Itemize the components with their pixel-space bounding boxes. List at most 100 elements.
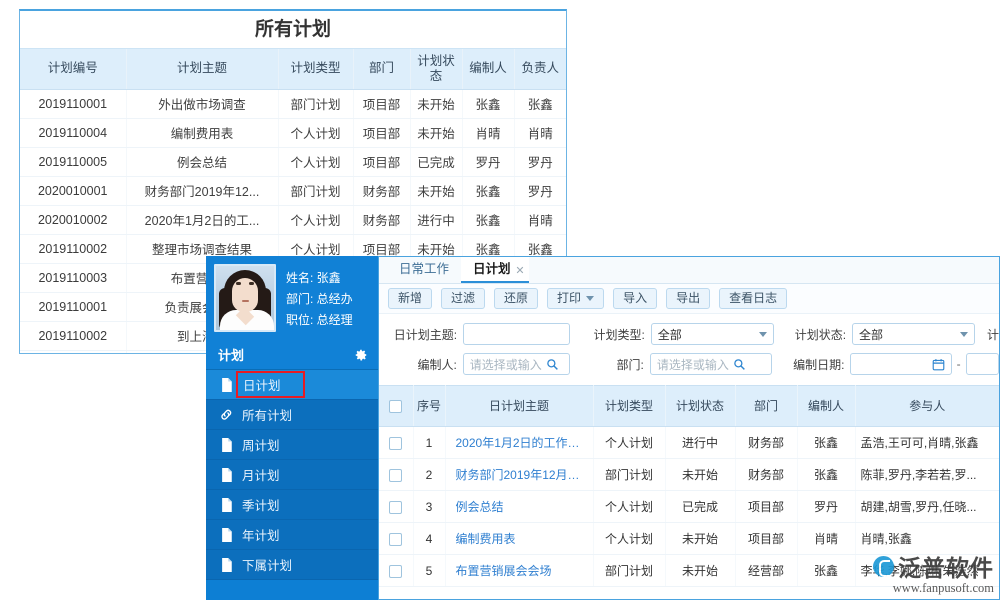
filter-date-to-input[interactable]: [966, 353, 999, 375]
all-plan-col-owner[interactable]: 负责人: [514, 49, 566, 89]
sidebar-item-1[interactable]: 日计划: [206, 370, 378, 400]
sidebar-item-4[interactable]: 月计划: [206, 460, 378, 490]
document-icon: [220, 528, 233, 542]
all-plan-cell: 张鑫: [514, 89, 566, 118]
calendar-icon[interactable]: [932, 358, 945, 371]
select-all-header[interactable]: [379, 386, 413, 427]
row-checkbox-cell[interactable]: [379, 427, 413, 459]
sidebar-item-label: 下属计划: [242, 555, 292, 574]
filter-status-value: 全部: [859, 326, 883, 343]
grid-col-members[interactable]: 参与人: [855, 386, 999, 427]
all-plan-cell: 2019110002: [20, 234, 126, 263]
filter-subject-input[interactable]: [463, 323, 570, 345]
restore-button-label: 还原: [504, 289, 528, 308]
all-plan-cell: 个人计划: [278, 147, 353, 176]
table-row[interactable]: 2财务部门2019年12月的...部门计划未开始财务部张鑫陈菲,罗丹,李若若,罗…: [379, 459, 999, 491]
table-row[interactable]: 2019110005例会总结个人计划项目部已完成罗丹罗丹: [20, 147, 566, 176]
grid-cell-author: 张鑫: [797, 555, 855, 587]
grid-col-author[interactable]: 编制人: [797, 386, 855, 427]
filter-dept-input[interactable]: 请选择或输入: [650, 353, 772, 375]
restore-button[interactable]: 还原: [494, 288, 538, 309]
grid-cell-author: 肖晴: [797, 523, 855, 555]
table-row[interactable]: 5布置营销展会会场部门计划未开始经营部张鑫李华,李娜,陈琳,朱浩然: [379, 555, 999, 587]
filter-dept-placeholder: 请选择或输入: [657, 356, 729, 373]
row-checkbox-cell[interactable]: [379, 523, 413, 555]
sidebar-item-label: 月计划: [242, 465, 280, 484]
grid-col-dept[interactable]: 部门: [735, 386, 797, 427]
grid-cell-status: 未开始: [665, 459, 735, 491]
table-row[interactable]: 3例会总结个人计划已完成项目部罗丹胡建,胡雪,罗丹,任晓...: [379, 491, 999, 523]
all-plan-col-type[interactable]: 计划类型: [278, 49, 353, 89]
sidebar-item-5[interactable]: 季计划: [206, 490, 378, 520]
close-icon[interactable]: ✕: [515, 259, 524, 284]
all-plan-cell: 罗丹: [514, 176, 566, 205]
row-checkbox-cell[interactable]: [379, 555, 413, 587]
search-icon[interactable]: [733, 358, 746, 371]
table-row[interactable]: 20200100022020年1月2日的工...个人计划财务部进行中张鑫肖晴: [20, 205, 566, 234]
checkbox-icon[interactable]: [389, 501, 402, 514]
table-row[interactable]: 12020年1月2日的工作日...个人计划进行中财务部张鑫孟浩,王可可,肖晴,张…: [379, 427, 999, 459]
all-plan-col-subject[interactable]: 计划主题: [126, 49, 278, 89]
grid-cell-subject[interactable]: 布置营销展会会场: [445, 555, 593, 587]
all-plan-col-status[interactable]: 计划状态: [410, 49, 462, 89]
checkbox-icon[interactable]: [389, 533, 402, 546]
row-checkbox-cell[interactable]: [379, 491, 413, 523]
filter-author-input[interactable]: 请选择或输入: [463, 353, 570, 375]
all-plan-cell: 部门计划: [278, 176, 353, 205]
grid-cell-subject[interactable]: 例会总结: [445, 491, 593, 523]
export-button[interactable]: 导出: [666, 288, 710, 309]
table-row[interactable]: 4编制费用表个人计划未开始项目部肖晴肖晴,张鑫: [379, 523, 999, 555]
all-plan-col-dept[interactable]: 部门: [353, 49, 410, 89]
add-button[interactable]: 新增: [388, 288, 432, 309]
user-photo-icon: [214, 264, 276, 332]
filter-status-label: 计划状态:: [788, 326, 846, 343]
sidebar-item-3[interactable]: 周计划: [206, 430, 378, 460]
filter-row-2: 编制人: 请选择或输入 部门: 请选择或输入 编制日期:: [379, 351, 999, 377]
chevron-down-icon: [960, 332, 968, 337]
table-row[interactable]: 2019110004编制费用表个人计划项目部未开始肖晴肖晴: [20, 118, 566, 147]
side-nav-panel: 姓名: 张鑫 部门: 总经办 职位: 总经理 计划 日计划所有计划周计划月计划季…: [206, 256, 378, 600]
grid-cell-subject[interactable]: 2020年1月2日的工作日...: [445, 427, 593, 459]
sidebar-item-7[interactable]: 下属计划: [206, 550, 378, 580]
checkbox-icon[interactable]: [389, 565, 402, 578]
filter-status-select[interactable]: 全部: [852, 323, 975, 345]
grid-cell-status: 未开始: [665, 523, 735, 555]
grid-col-no[interactable]: 序号: [413, 386, 445, 427]
filter-date-from-input[interactable]: [850, 353, 951, 375]
checkbox-icon[interactable]: [389, 469, 402, 482]
table-row[interactable]: 2020010001财务部门2019年12...部门计划财务部未开始张鑫罗丹: [20, 176, 566, 205]
all-plan-cell: 进行中: [410, 205, 462, 234]
grid-col-type[interactable]: 计划类型: [593, 386, 665, 427]
filter-type-select[interactable]: 全部: [651, 323, 774, 345]
grid-cell-subject[interactable]: 编制费用表: [445, 523, 593, 555]
grid-cell-author: 罗丹: [797, 491, 855, 523]
all-plan-col-code[interactable]: 计划编号: [20, 49, 126, 89]
print-button[interactable]: 打印: [547, 288, 604, 309]
grid-col-status[interactable]: 计划状态: [665, 386, 735, 427]
chevron-down-icon: [586, 296, 594, 301]
all-plan-cell: 项目部: [353, 147, 410, 176]
all-plan-col-author[interactable]: 编制人: [462, 49, 514, 89]
grid-col-subject[interactable]: 日计划主题: [445, 386, 593, 427]
view-log-button[interactable]: 查看日志: [719, 288, 787, 309]
checkbox-icon[interactable]: [389, 437, 402, 450]
profile-dept: 部门: 总经办: [286, 289, 353, 310]
filter-button-label: 过滤: [451, 289, 475, 308]
grid-cell-subject[interactable]: 财务部门2019年12月的...: [445, 459, 593, 491]
import-button[interactable]: 导入: [613, 288, 657, 309]
sidebar-item-2[interactable]: 所有计划: [206, 400, 378, 430]
chevron-down-icon: [759, 332, 767, 337]
checkbox-icon[interactable]: [389, 400, 402, 413]
all-plan-cell: 财务部门2019年12...: [126, 176, 278, 205]
filter-button[interactable]: 过滤: [441, 288, 485, 309]
sidebar-item-6[interactable]: 年计划: [206, 520, 378, 550]
row-checkbox-cell[interactable]: [379, 459, 413, 491]
sidebar-item-label: 年计划: [242, 525, 280, 544]
tab-daily-plan[interactable]: 日计划 ✕: [461, 257, 529, 283]
gear-icon[interactable]: [354, 348, 368, 362]
search-icon[interactable]: [546, 358, 559, 371]
table-row[interactable]: 2019110001外出做市场调查部门计划项目部未开始张鑫张鑫: [20, 89, 566, 118]
tab-daily-work[interactable]: 日常工作: [387, 257, 461, 283]
sidebar-item-label: 所有计划: [242, 405, 292, 424]
grid-cell-no: 4: [413, 523, 445, 555]
